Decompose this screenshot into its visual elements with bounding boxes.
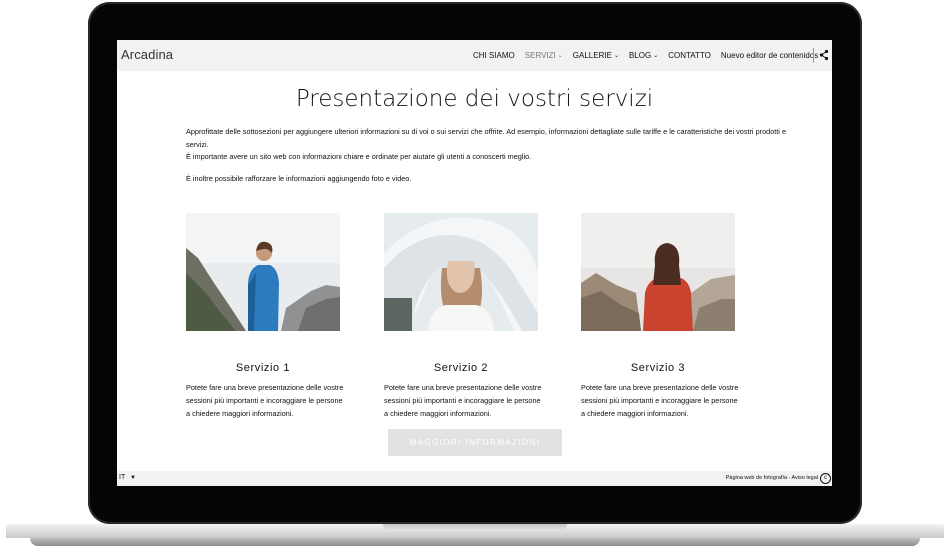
service-description: Potete fare una breve presentazione dell… [186,383,344,418]
language-selector[interactable]: IT [119,474,125,481]
service-title: Servizio 3 [630,362,686,374]
nav-item-contatto[interactable]: CONTATTO [668,51,711,60]
chevron-down-icon: ⌄ [653,53,659,59]
nav-item-servizi[interactable]: SERVIZI ⌄ [525,51,563,60]
site-header: Arcadina CHI SIAMO SERVIZI ⌄ GALLERIE ⌄ BL… [117,40,832,71]
nav-divider [813,48,814,63]
service-card-1: Servizio 1 Potete fare una breve present… [186,213,343,418]
main-nav: CHI SIAMO SERVIZI ⌄ GALLERIE ⌄ BLOG ⌄ CONTA… [473,40,828,71]
caret-down-icon[interactable]: ▼ [130,475,136,481]
site-logo[interactable]: Arcadina [121,47,173,62]
laptop-base [0,520,950,548]
intro-paragraph: È importante avere un sito web con infor… [186,152,532,161]
service-card-2: Servizio 2 Potete fare una breve present… [384,213,541,418]
chevron-down-icon: ⌄ [613,53,619,59]
nav-item-chi-siamo[interactable]: CHI SIAMO [473,51,515,60]
service-description: Potete fare una breve presentazione dell… [384,383,542,418]
service-card-3: Servizio 3 Potete fare una breve present… [581,213,738,418]
nav-item-gallerie[interactable]: GALLERIE ⌄ [573,51,619,60]
page-title: Presentazione dei vostri servizi [295,86,654,112]
copyright-icon: c [820,473,831,484]
nav-item-blog[interactable]: BLOG ⌄ [629,51,658,60]
intro-paragraph: Approfittate delle sottosezioni per aggi… [186,127,787,149]
service-photo-man-blue-jacket[interactable] [186,213,340,331]
site-footer: IT ▼ Pàgina web de fotografía - Aviso le… [117,471,832,486]
intro-text: Approfittate delle sottosezioni per aggi… [186,126,786,185]
share-icon[interactable] [819,49,829,61]
service-photo-woman-red-sweater[interactable] [581,213,735,331]
footer-links[interactable]: Pàgina web de fotografía - Aviso legal [726,475,818,481]
chevron-down-icon: ⌄ [557,53,563,59]
nav-item-editor[interactable]: Nuevo editor de contenidos [721,51,818,60]
service-title: Servizio 2 [433,362,489,374]
more-info-button[interactable]: MAGGIORI INFORMAZIONI [388,429,562,456]
service-photo-woman-white-fabric[interactable] [384,213,538,331]
intro-paragraph: È inoltre possibile rafforzare le inform… [186,173,412,183]
service-title: Servizio 1 [235,362,291,374]
browser-screen: Arcadina CHI SIAMO SERVIZI ⌄ GALLERIE ⌄ BL… [117,40,832,486]
service-description: Potete fare una breve presentazione dell… [581,383,739,418]
